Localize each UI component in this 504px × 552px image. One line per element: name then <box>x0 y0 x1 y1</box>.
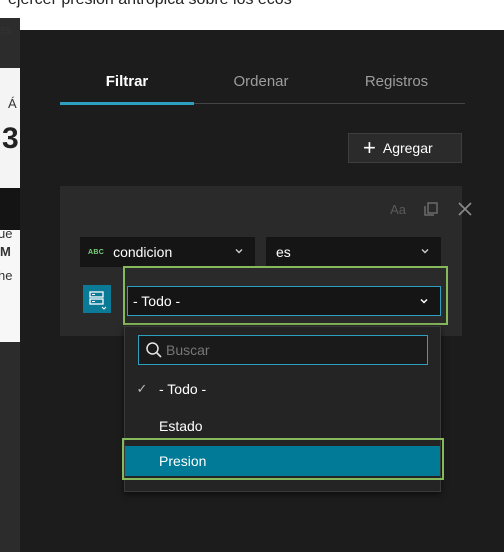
value-select-value: - Todo - <box>133 293 181 309</box>
chevron-down-icon <box>235 249 243 254</box>
bg-fragment-6: he <box>0 268 13 283</box>
tab-filtrar[interactable]: Filtrar <box>60 73 194 105</box>
dropdown-search[interactable] <box>138 335 428 365</box>
bg-fragment-2: Á <box>8 96 17 111</box>
search-input[interactable] <box>166 342 406 358</box>
bg-fragment-3: 3 <box>2 122 19 155</box>
add-filter-button[interactable]: + Agregar <box>348 133 462 163</box>
bg-fragment-4: ue <box>0 226 13 241</box>
tab-ordenar[interactable]: Ordenar <box>194 73 328 105</box>
dropdown-option-todo[interactable]: ✓ - Todo - <box>125 374 440 404</box>
chevron-down-icon <box>421 249 429 254</box>
dropdown-option-estado[interactable]: Estado <box>125 411 440 441</box>
plus-icon: + <box>363 135 376 160</box>
string-type-icon: ABC <box>88 248 105 256</box>
background-page-strip: es Á 3 ue M he <box>0 18 20 552</box>
tab-bar: Filtrar Ordenar Registros <box>60 70 465 105</box>
copy-icon[interactable] <box>422 200 440 218</box>
value-select[interactable]: - Todo - <box>127 286 441 316</box>
card-actions: Aa <box>390 200 474 218</box>
operator-select-value: es <box>276 244 291 260</box>
case-sensitive-icon[interactable]: Aa <box>390 202 406 217</box>
bg-fragment-1: es <box>0 22 12 37</box>
background-dark-region <box>0 188 20 230</box>
operator-select[interactable]: es <box>266 237 441 267</box>
option-label: - Todo - <box>159 381 207 397</box>
tab-registros[interactable]: Registros <box>328 73 465 105</box>
database-stack-icon <box>89 291 107 310</box>
checkmark-icon: ✓ <box>136 381 148 396</box>
chevron-down-icon <box>420 298 428 304</box>
field-select-value: condicion <box>113 244 173 260</box>
close-icon[interactable] <box>456 200 474 218</box>
active-tab-indicator <box>60 102 194 105</box>
option-highlight-outline <box>122 438 444 480</box>
value-mode-button[interactable] <box>83 285 111 313</box>
bg-fragment-5: M <box>0 244 11 259</box>
option-label: Estado <box>159 418 203 434</box>
add-filter-label: Agregar <box>382 140 433 156</box>
field-select[interactable]: ABC condicion <box>80 237 255 267</box>
search-icon <box>146 342 162 358</box>
page-caption: ejercer presión antrópica sobre los ecos <box>8 0 504 9</box>
